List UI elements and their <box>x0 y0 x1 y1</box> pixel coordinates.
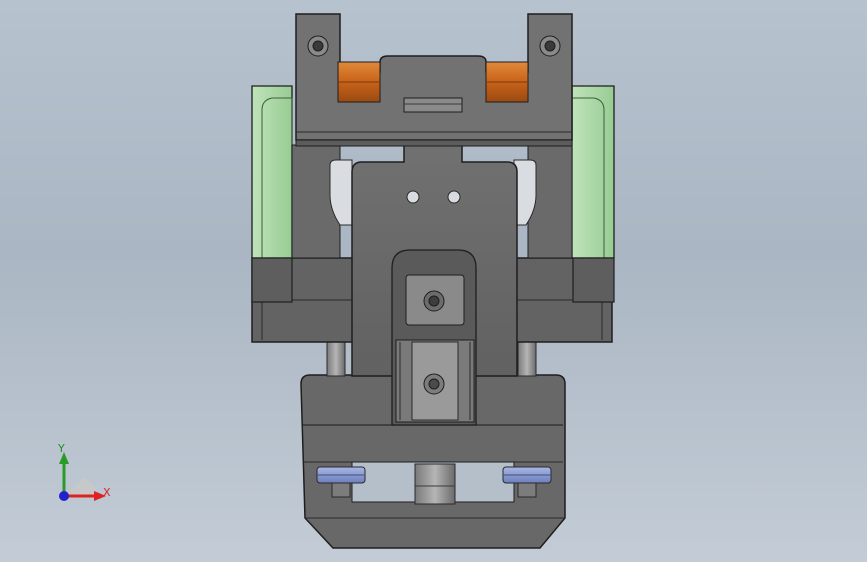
cad-model[interactable] <box>0 0 867 562</box>
right-guide-rod[interactable] <box>517 339 537 377</box>
right-inner-plate[interactable] <box>513 144 573 259</box>
left-hinge-roller[interactable] <box>337 61 381 103</box>
triad-plane-icon <box>64 478 98 496</box>
slide-window[interactable] <box>391 249 477 426</box>
right-guide-lower[interactable] <box>572 257 615 303</box>
graphics-viewport[interactable]: X Y <box>0 0 867 562</box>
left-side-guide[interactable] <box>251 85 293 259</box>
top-center-tab[interactable] <box>403 97 463 113</box>
left-inner-plate[interactable] <box>291 144 353 259</box>
right-side-guide[interactable] <box>571 85 615 259</box>
left-mount-screw[interactable] <box>307 35 329 57</box>
y-axis-label: Y <box>58 442 65 455</box>
center-piston-rod[interactable] <box>414 463 456 505</box>
left-guide-lower[interactable] <box>251 257 293 303</box>
top-clamp-bar[interactable] <box>295 13 573 147</box>
z-axis-icon <box>59 491 69 501</box>
axis-triad[interactable] <box>40 440 130 520</box>
right-mount-screw[interactable] <box>539 35 561 57</box>
slide-screw-lower[interactable] <box>423 373 445 395</box>
left-guide-rod[interactable] <box>326 339 346 377</box>
x-axis-label: X <box>103 486 111 499</box>
right-hinge-roller[interactable] <box>485 61 529 103</box>
slide-screw-upper[interactable] <box>423 290 445 312</box>
